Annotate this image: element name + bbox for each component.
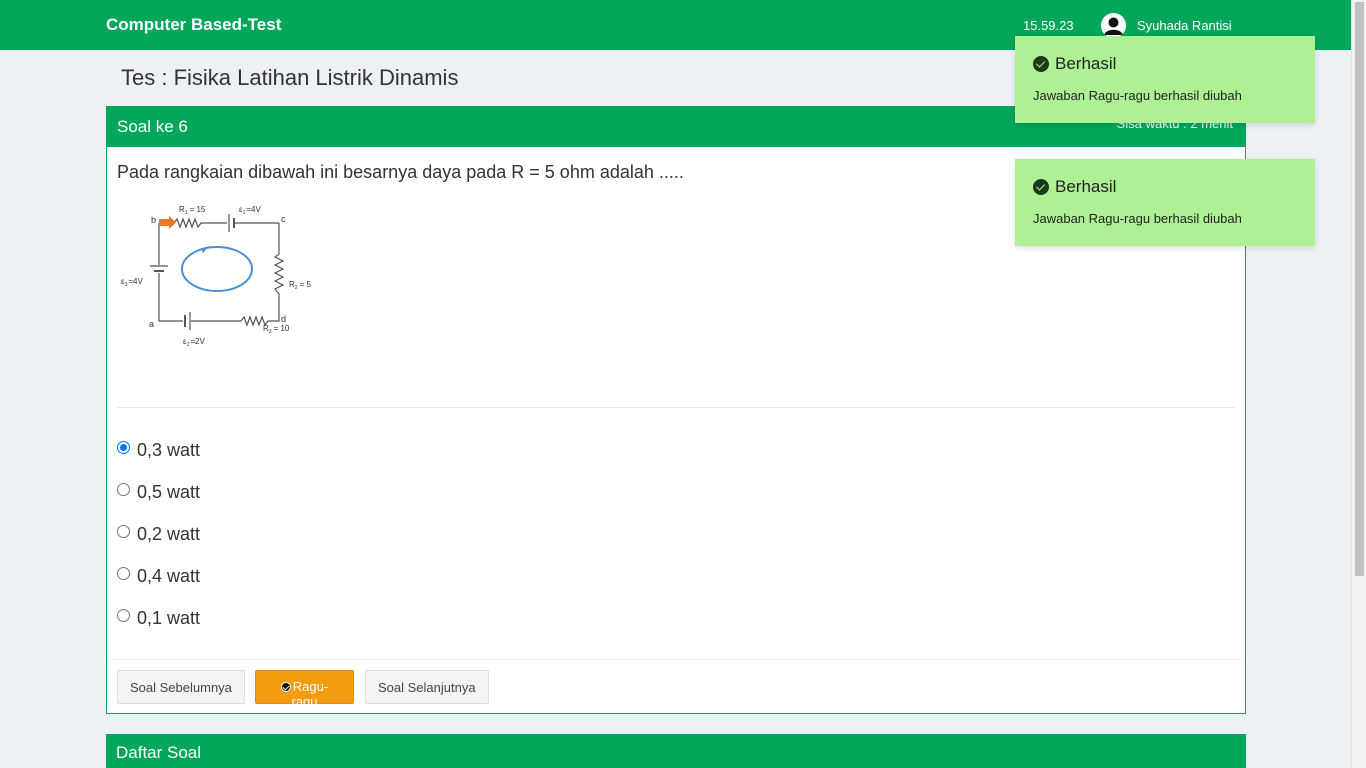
answer-option[interactable]: 0,5 watt <box>117 471 200 513</box>
divider <box>117 407 1235 408</box>
e1-value: =4V <box>246 205 261 214</box>
checked-circle-icon <box>280 682 291 692</box>
answer-option[interactable]: 0,4 watt <box>117 555 200 597</box>
previous-question-button[interactable]: Soal Sebelumnya <box>117 670 245 704</box>
e2-value: =2V <box>190 337 205 346</box>
ragu-ragu-button[interactable]: Ragu-ragu <box>255 670 354 709</box>
question-number: Soal ke 6 <box>117 117 188 136</box>
scrollbar-thumb[interactable] <box>1355 2 1364 576</box>
answer-option[interactable]: 0,1 watt <box>117 597 200 639</box>
next-question-button[interactable]: Soal Selanjutnya <box>365 670 489 704</box>
page-title: Tes : Fisika Latihan Listrik Dinamis <box>121 65 459 90</box>
node-c-label: c <box>281 214 286 224</box>
answer-option-label: 0,1 watt <box>137 607 201 628</box>
answer-option-label: 0,2 watt <box>137 523 201 544</box>
check-circle-icon <box>1033 179 1049 195</box>
toast-title: Berhasil <box>1055 54 1117 73</box>
r1-value: = 15 <box>190 205 206 214</box>
node-a-label: a <box>149 319 154 329</box>
question-card-footer: Soal Sebelumnya Ragu-ragu Soal Selanjutn… <box>107 659 1245 713</box>
e2-subscript: 2 <box>187 342 190 348</box>
toast-title: Berhasil <box>1055 177 1117 196</box>
answer-option-label: 0,3 watt <box>137 439 201 460</box>
svg-text:ε2=2V: ε2=2V <box>183 337 205 348</box>
radio-button[interactable] <box>117 608 130 622</box>
r2-subscript: 2 <box>295 285 298 291</box>
radio-button[interactable] <box>117 524 130 538</box>
toast-message: Jawaban Ragu-ragu berhasil diubah <box>1033 88 1242 103</box>
radio-button[interactable] <box>117 566 130 580</box>
r3-subscript: 3 <box>269 329 272 335</box>
r2-value: = 5 <box>300 280 312 289</box>
page-scrollbar[interactable] <box>1351 0 1366 768</box>
answer-option[interactable]: 0,2 watt <box>117 513 200 555</box>
answer-options: 0,3 watt 0,5 watt 0,2 watt 0,4 watt 0,1 … <box>117 429 200 639</box>
answer-option-label: 0,5 watt <box>137 481 201 502</box>
node-d-label: d <box>281 314 286 324</box>
toast-notification[interactable]: Berhasil Jawaban Ragu-ragu berhasil diub… <box>1015 159 1315 246</box>
user-avatar-icon[interactable] <box>1101 13 1126 38</box>
r1-subscript: 1 <box>185 210 188 216</box>
app-brand[interactable]: Computer Based-Test <box>106 15 281 35</box>
circuit-diagram: b c d a R1 = 15 ε1=4V ε3=4V R2 = 5 R3 = 10 … <box>119 199 319 349</box>
check-circle-icon <box>1033 56 1049 72</box>
answer-option[interactable]: 0,3 watt <box>117 429 200 471</box>
svg-text:R2= 5: R2 = 5 <box>289 280 311 291</box>
ragu-ragu-label: Ragu-ragu <box>291 679 329 709</box>
question-text: Pada rangkaian dibawah ini besarnya daya… <box>117 162 684 182</box>
r3-value: = 10 <box>274 324 290 333</box>
e1-subscript: 1 <box>243 210 246 216</box>
svg-text:ε3=4V: ε3=4V <box>121 277 143 288</box>
e3-subscript: 3 <box>125 282 128 288</box>
question-list-card-header: Daftar Soal <box>106 734 1246 768</box>
radio-button-selected[interactable] <box>117 440 130 454</box>
svg-text:R1= 15: R1 = 15 <box>179 205 206 216</box>
answer-option-label: 0,4 watt <box>137 565 201 586</box>
clock: 15.59.23 <box>1023 18 1074 33</box>
radio-button[interactable] <box>117 482 130 496</box>
svg-text:ε1=4V: ε1=4V <box>239 205 261 216</box>
username[interactable]: Syuhada Rantisi <box>1137 18 1232 33</box>
toast-message: Jawaban Ragu-ragu berhasil diubah <box>1033 211 1242 226</box>
node-b-label: b <box>151 215 156 225</box>
e3-value: =4V <box>128 277 143 286</box>
toast-notification[interactable]: Berhasil Jawaban Ragu-ragu berhasil diub… <box>1015 36 1315 123</box>
question-list-title: Daftar Soal <box>116 743 202 762</box>
svg-text:R3= 10: R3 = 10 <box>263 324 290 335</box>
